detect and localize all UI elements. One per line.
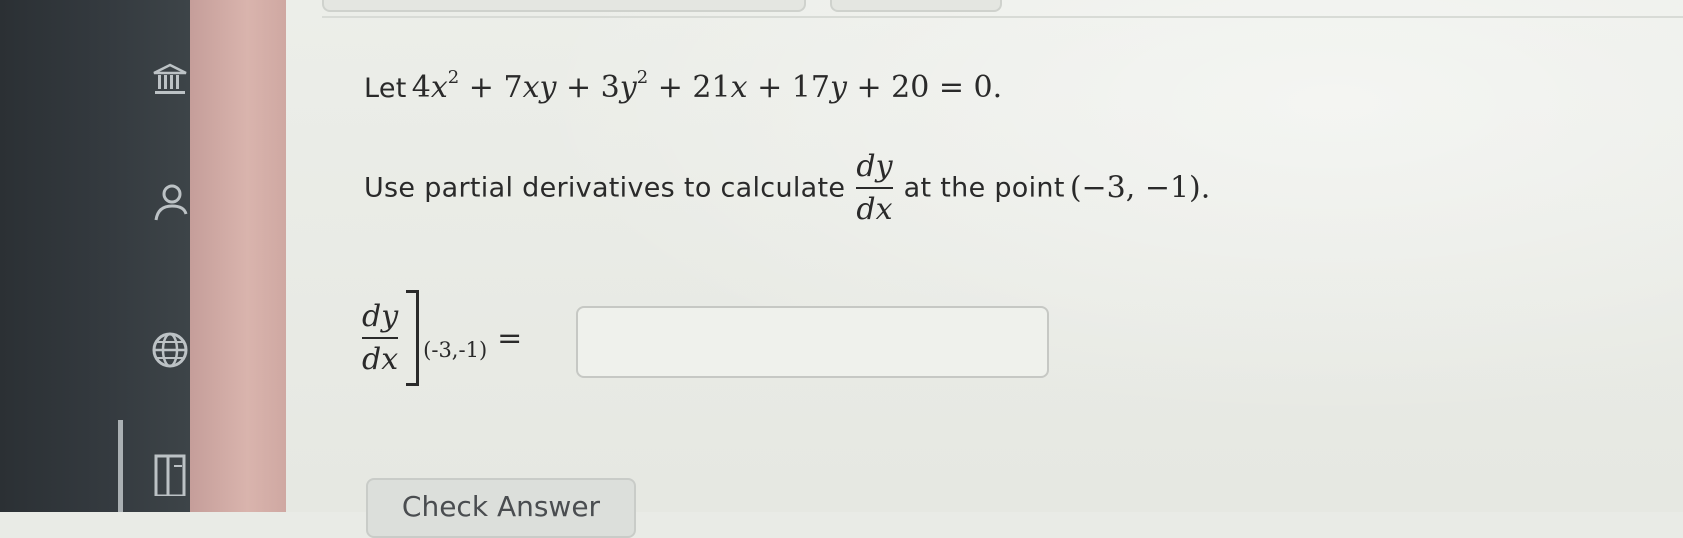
answer-row: dy dx (-3,-1) = (362, 290, 534, 390)
fraction-numerator: dy (362, 299, 399, 334)
instruction-text: at the point (903, 172, 1065, 204)
person-icon[interactable] (148, 180, 192, 224)
fraction-denominator: dx (362, 342, 399, 377)
evaluation-point: (-3,-1) (423, 337, 488, 362)
instruction-line: Use partial derivatives to calculate dy … (364, 150, 1210, 250)
bank-icon[interactable] (148, 58, 192, 102)
sidebar-active-indicator (118, 420, 123, 512)
let-word: Let (364, 73, 407, 104)
left-sidebar (0, 0, 190, 512)
book-icon[interactable] (148, 452, 192, 496)
point-value: (−3, −1). (1069, 170, 1211, 206)
fraction-numerator: dy (856, 149, 893, 184)
divider (322, 16, 1683, 18)
answer-derivative-fraction: dy dx (362, 299, 399, 377)
check-answer-button[interactable]: Check Answer (366, 478, 636, 538)
top-tab[interactable] (830, 0, 1002, 12)
equation-line: Let 4x2 + 7xy + 3y2 + 21x + 17y + 20 = 0… (364, 67, 1003, 106)
globe-icon[interactable] (148, 328, 192, 372)
content-margin (190, 0, 286, 512)
instruction-text: Use partial derivatives to calculate (364, 172, 846, 204)
top-tab[interactable] (322, 0, 806, 12)
equation: 4x2 + 7xy + 3y2 + 21x + 17y + 20 = 0. (411, 67, 1003, 106)
fraction-denominator: dx (856, 192, 893, 227)
fraction-bar (856, 187, 893, 189)
evaluation-bracket (406, 290, 420, 386)
fraction-bar (362, 337, 399, 339)
derivative-fraction: dy dx (856, 149, 893, 227)
answer-input[interactable] (576, 306, 1049, 378)
equals-sign: = (497, 320, 523, 356)
